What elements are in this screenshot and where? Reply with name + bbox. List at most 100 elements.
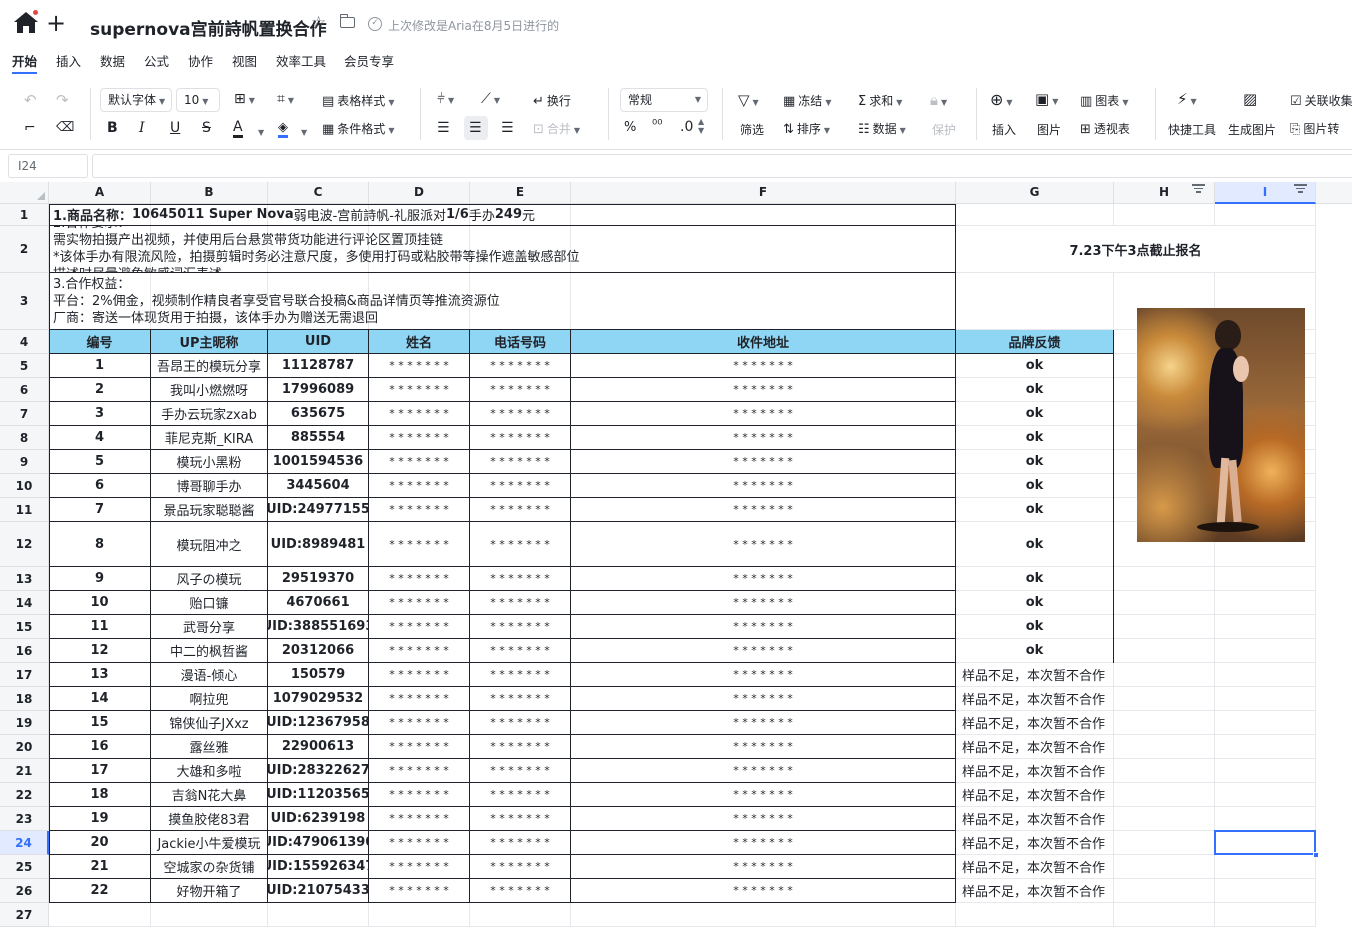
row-number-cell[interactable]: 4 [49,426,151,450]
uid-cell[interactable]: 11128787 [268,354,369,378]
align-left-icon[interactable]: ☰ [437,120,450,136]
brand-feedback-cell[interactable]: 样品不足，本次暂不合作 [956,735,1114,759]
italic-icon[interactable]: I [139,120,145,136]
masked-name-cell[interactable]: * * * * * * * [369,354,470,378]
brand-feedback-cell[interactable]: ok [956,591,1114,615]
table-header-cell[interactable]: 电话号码 [470,330,571,354]
row-number-cell[interactable]: 20 [49,831,151,855]
grid-cell[interactable] [1114,855,1215,879]
menu-formula[interactable]: 公式 [144,51,169,70]
brand-feedback-cell[interactable]: ok [956,426,1114,450]
row-header[interactable]: 13 [0,567,49,591]
sum-button[interactable]: Σ 求和 ▼ [858,92,902,109]
table-header-cell[interactable]: 收件地址 [571,330,956,354]
row-number-cell[interactable]: 9 [49,567,151,591]
grid-cell[interactable] [1114,807,1215,831]
uid-cell[interactable]: 1001594536 [268,450,369,474]
protect-label[interactable]: 保护 [932,121,956,138]
grid-cell[interactable] [1215,783,1316,807]
menu-collaborate[interactable]: 协作 [188,51,213,70]
menu-member[interactable]: 会员专享 [344,51,394,70]
masked-phone-cell[interactable]: * * * * * * * [470,402,571,426]
table-style-button[interactable]: ▤ 表格样式 ▼ [322,92,394,109]
masked-name-cell[interactable]: * * * * * * * [369,591,470,615]
fill-color-icon[interactable]: ◈ [278,120,288,138]
grid-cell[interactable] [1114,687,1215,711]
clear-format-icon[interactable]: ⌫ [56,120,74,135]
masked-phone-cell[interactable]: * * * * * * * [470,855,571,879]
deadline-cell[interactable]: 7.23下午3点截止报名 [956,226,1316,273]
document-title[interactable]: supernova宫前詩帆置换合作 [90,15,327,40]
uid-cell[interactable]: 4670661 [268,591,369,615]
grid-cell[interactable] [1114,879,1215,903]
brand-feedback-cell[interactable]: 样品不足，本次暂不合作 [956,879,1114,903]
menu-insert[interactable]: 插入 [56,51,81,70]
masked-address-cell[interactable]: * * * * * * * [571,711,956,735]
masked-name-cell[interactable]: * * * * * * * [369,879,470,903]
up-nickname-cell[interactable]: 我叫小燃燃呀 [151,378,268,402]
row-header[interactable]: 23 [0,807,49,831]
row-number-cell[interactable]: 22 [49,879,151,903]
grid-cell[interactable] [956,903,1114,927]
row-number-cell[interactable]: 10 [49,591,151,615]
bold-icon[interactable]: B [107,120,118,136]
masked-phone-cell[interactable]: * * * * * * * [470,450,571,474]
column-header-c[interactable]: C [268,182,369,204]
row-header[interactable]: 6 [0,378,49,402]
brand-feedback-cell[interactable]: ok [956,567,1114,591]
masked-phone-cell[interactable]: * * * * * * * [470,591,571,615]
row-header[interactable]: 7 [0,402,49,426]
masked-address-cell[interactable]: * * * * * * * [571,831,956,855]
column-header-g[interactable]: G [956,182,1114,204]
brand-feedback-cell[interactable]: 样品不足，本次暂不合作 [956,807,1114,831]
brand-feedback-cell[interactable]: ok [956,615,1114,639]
up-nickname-cell[interactable]: 啊拉兜 [151,687,268,711]
row-number-cell[interactable]: 17 [49,759,151,783]
row-header[interactable]: 11 [0,498,49,522]
brand-feedback-cell[interactable]: 样品不足，本次暂不合作 [956,663,1114,687]
masked-phone-cell[interactable]: * * * * * * * [470,663,571,687]
up-nickname-cell[interactable]: 武哥分享 [151,615,268,639]
grid-cell[interactable] [1215,759,1316,783]
masked-name-cell[interactable]: * * * * * * * [369,759,470,783]
sheet-grid[interactable]: A B C D E F G H I 1 2 3 4 5 6 7 8 9 10 11 12 13 14 15 16 17 18 19 20… [0,182,1352,949]
masked-address-cell[interactable]: * * * * * * * [571,879,956,903]
masked-address-cell[interactable]: * * * * * * * [571,639,956,663]
grid-cell[interactable] [1114,615,1215,639]
masked-name-cell[interactable]: * * * * * * * [369,426,470,450]
up-nickname-cell[interactable]: 漫语-倾心 [151,663,268,687]
row-header[interactable]: 2 [0,226,49,273]
decimal-icon[interactable]: .0 [680,119,693,135]
masked-phone-cell[interactable]: * * * * * * * [470,426,571,450]
row-number-cell[interactable]: 18 [49,783,151,807]
table-header-cell[interactable]: UP主昵称 [151,330,268,354]
table-header-cell[interactable]: 品牌反馈 [956,330,1114,354]
masked-address-cell[interactable]: * * * * * * * [571,783,956,807]
selected-cell-i24[interactable] [1214,830,1316,855]
table-header-cell[interactable]: UID [268,330,369,354]
brand-feedback-cell[interactable]: 样品不足，本次暂不合作 [956,831,1114,855]
grid-cell[interactable] [470,903,571,927]
row-number-cell[interactable]: 8 [49,522,151,567]
grid-cell[interactable] [1215,567,1316,591]
generate-image-label[interactable]: 生成图片 [1228,121,1276,138]
strikethrough-icon[interactable]: S [202,120,211,136]
brand-feedback-cell[interactable]: ok [956,354,1114,378]
row-header[interactable]: 10 [0,474,49,498]
up-nickname-cell[interactable]: 锦侠仙子JXxz [151,711,268,735]
masked-name-cell[interactable]: * * * * * * * [369,663,470,687]
filter-icon[interactable]: ▽ ▼ [738,91,759,109]
grid-cell[interactable] [1114,831,1215,855]
grid-cell[interactable] [571,903,956,927]
grid-cell[interactable] [1215,639,1316,663]
masked-phone-cell[interactable]: * * * * * * * [470,687,571,711]
uid-cell[interactable]: UID:24977155 [268,498,369,522]
insert-icon[interactable]: ⊕ ▼ [990,90,1013,109]
brand-feedback-cell[interactable]: ok [956,474,1114,498]
masked-address-cell[interactable]: * * * * * * * [571,402,956,426]
menu-home[interactable]: 开始 [12,51,37,70]
grid-cell[interactable] [1215,663,1316,687]
grid-cell[interactable] [1215,711,1316,735]
row-number-cell[interactable]: 12 [49,639,151,663]
row-number-cell[interactable]: 11 [49,615,151,639]
